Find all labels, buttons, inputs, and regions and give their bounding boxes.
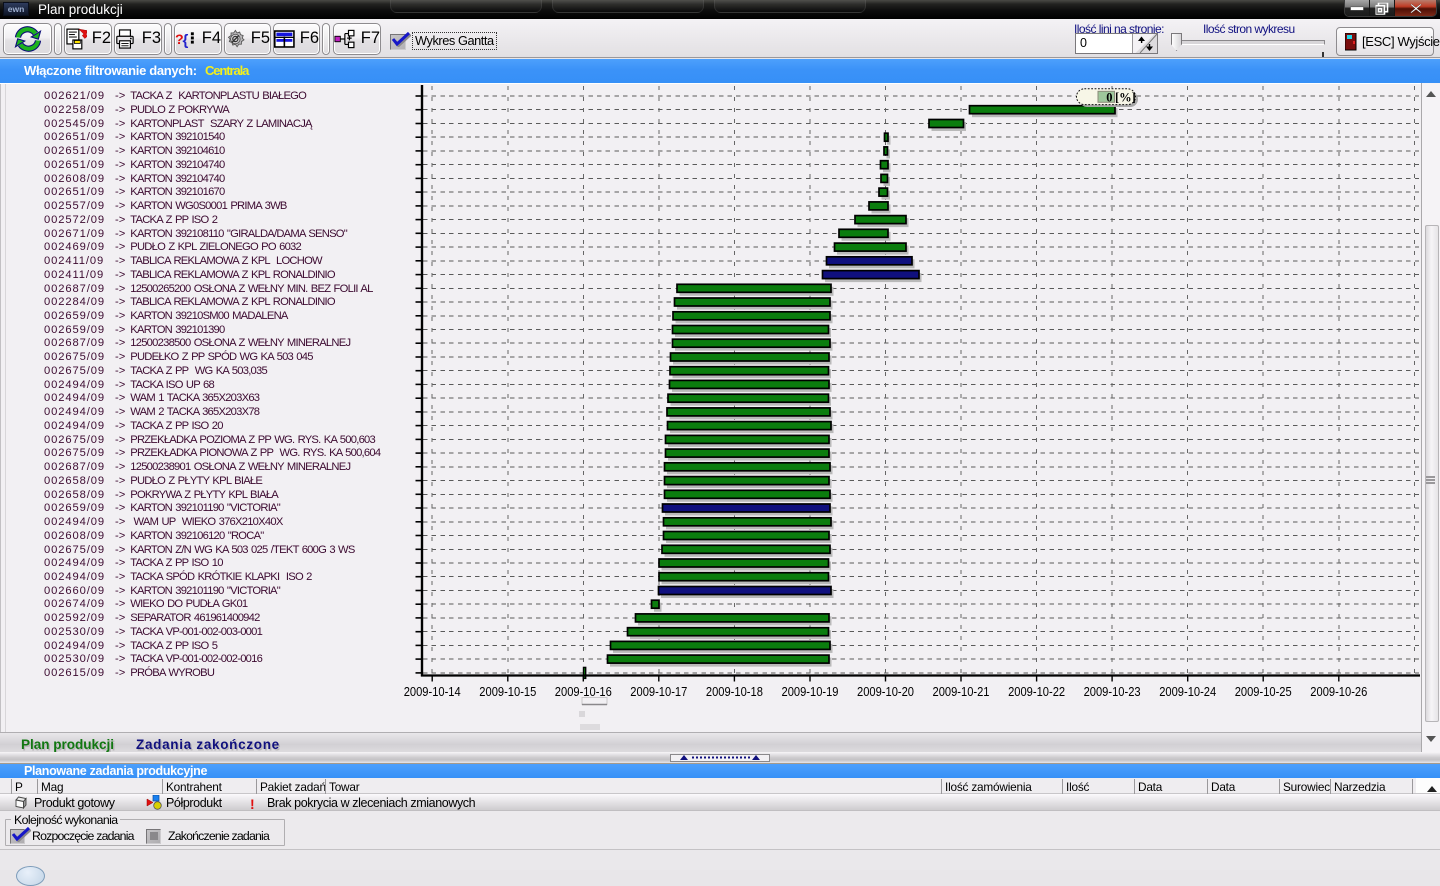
svg-text:2009-10-20: 2009-10-20	[857, 684, 914, 699]
svg-text:2009-10-19: 2009-10-19	[782, 684, 839, 699]
svg-text:2009-10-25: 2009-10-25	[1235, 684, 1292, 699]
svg-text:2009-10-23: 2009-10-23	[1084, 684, 1141, 699]
svg-text:[%]: [%]	[1115, 91, 1136, 105]
svg-text:2009-10-14: 2009-10-14	[404, 684, 461, 699]
svg-text:2009-10-26: 2009-10-26	[1310, 684, 1367, 699]
svg-text:2009-10-16: 2009-10-16	[555, 684, 612, 699]
svg-text:2009-10-18: 2009-10-18	[706, 684, 763, 699]
svg-text:2009-10-17: 2009-10-17	[630, 684, 687, 699]
svg-text:2009-10-15: 2009-10-15	[479, 684, 536, 699]
svg-text:0: 0	[1106, 90, 1112, 104]
svg-text:{: {	[183, 31, 189, 48]
svg-text:2009-10-21: 2009-10-21	[933, 684, 990, 699]
svg-text:2009-10-24: 2009-10-24	[1159, 684, 1216, 699]
svg-text:2009-10-22: 2009-10-22	[1008, 684, 1065, 699]
